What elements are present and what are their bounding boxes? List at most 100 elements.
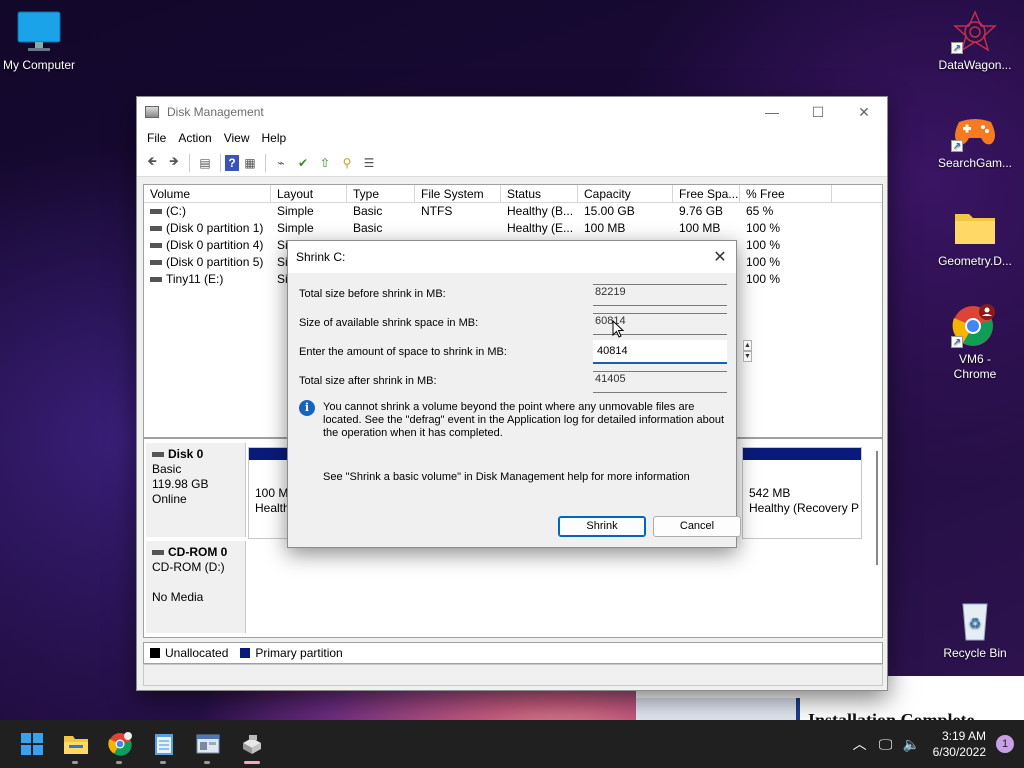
disk-pane-scrollbar[interactable] [876,451,878,565]
stepper-down-icon[interactable]: ▼ [743,351,752,362]
column-header[interactable]: Free Spa... [673,185,740,202]
field-label: Total size after shrink in MB: [299,375,437,387]
start-icon [21,733,43,755]
partition-block[interactable]: 542 MB Healthy (Recovery P [742,447,862,539]
menu-view[interactable]: View [218,131,256,145]
shortcut-arrow-icon: ↗ [951,140,963,152]
search-icon[interactable]: ⚲ [336,153,358,173]
volume-cell: 65 % [740,203,832,220]
volume-list-header: Volume Layout Type File System Status Ca… [144,185,882,203]
volume-row[interactable]: (C:) Simple Basic NTFS Healthy (B... 15.00 GB… [144,203,882,220]
volume-cell-text: Healthy (B... [507,204,574,218]
volume-cell-text: (Disk 0 partition 5) [166,255,264,269]
taskbar-control-panel[interactable] [186,722,230,766]
volume-cell-text: Simple [277,221,314,235]
volume-icon [150,209,162,215]
up-icon[interactable]: ⇧ [314,153,336,173]
column-header[interactable]: File System [415,185,501,202]
properties-icon[interactable]: ▦ [239,153,261,173]
volume-cell-text: 100 % [746,272,781,286]
window-titlebar[interactable]: Disk Management — ☐ ✕ [137,97,887,127]
desktop-icon-my-computer[interactable]: My Computer [0,10,81,73]
menu-action[interactable]: Action [172,131,217,145]
cancel-button[interactable]: Cancel [653,516,741,537]
column-header[interactable]: Layout [271,185,347,202]
column-header[interactable]: Status [501,185,578,202]
connect-icon[interactable]: ⌁ [270,153,292,173]
shrink-dialog[interactable]: Shrink C: ✕ Total size before shrink in … [287,240,752,548]
stepper-up-icon[interactable]: ▲ [743,340,752,351]
cdrom-0-label[interactable]: CD-ROM 0 CD-ROM (D:) No Media [146,541,246,633]
volume-cell-text: 100 % [746,238,781,252]
shortcut-arrow-icon: ↗ [951,42,963,54]
help-icon[interactable]: ? [225,154,239,171]
shrink-button[interactable]: Shrink [558,516,646,537]
show-hide-tree-icon[interactable]: ▤ [194,153,216,173]
volume-cell-text: NTFS [421,204,453,218]
shrink-amount-stepper[interactable]: ▲ ▼ [593,340,752,364]
volume-cell: Healthy (E... [501,220,578,237]
volume-cell-text: Basic [353,204,383,218]
menu-help[interactable]: Help [256,131,293,145]
network-icon[interactable]: 🖵 [873,736,899,753]
volume-cell: 100 % [740,237,832,254]
recycle-bin-icon: ♻ [951,598,999,642]
notification-badge[interactable]: 1 [996,735,1014,753]
desktop-icon-geometry[interactable]: Geometry.D... [933,206,1017,269]
forward-arrow-icon[interactable]: 🡺 [163,153,185,173]
list-icon[interactable]: ☰ [358,153,380,173]
shrink-amount-input[interactable] [593,340,743,362]
field-label: Enter the amount of space to shrink in M… [299,346,507,358]
window-title: Disk Management [167,105,264,119]
volume-row[interactable]: (Disk 0 partition 1) Simple Basic Healthy (… [144,220,882,237]
taskbar-notepad[interactable] [142,722,186,766]
taskbar-file-explorer[interactable] [54,722,98,766]
column-header[interactable]: Volume [144,185,271,202]
clock-time: 3:19 AM [941,729,986,743]
field-label: Size of available shrink space in MB: [299,317,479,329]
desktop-icon-label: DataWagon... [938,58,1012,72]
volume-icon[interactable]: 🔈 [899,736,925,753]
back-arrow-icon[interactable]: 🡸 [141,153,163,173]
disk-status: No Media [152,590,204,604]
disk-status: Online [152,492,187,506]
column-header[interactable]: % Free [740,185,832,202]
file-explorer-icon [64,736,88,754]
folder-icon [951,206,999,250]
desktop-icon-recycle-bin[interactable]: ♻ Recycle Bin [933,598,1017,661]
column-header[interactable]: Capacity [578,185,673,202]
check-icon[interactable]: ✔ [292,153,314,173]
desktop-icon-vm6-chrome[interactable]: ↗ VM6 - Chrome [933,304,1017,382]
desktop-icon-datawagon[interactable]: ↗ DataWagon... [933,10,1017,73]
dialog-titlebar[interactable]: Shrink C: ✕ [288,241,736,273]
taskbar-chrome[interactable] [98,722,142,766]
disk-name: Disk 0 [168,447,204,461]
installer-sidebar [636,698,796,720]
menu-bar: File Action View Help [137,127,887,149]
desktop-icon-searchgames[interactable]: ↗ SearchGam... [933,108,1017,171]
menu-file[interactable]: File [141,131,172,145]
volume-icon [150,277,162,283]
clock-date: 6/30/2022 [932,745,986,759]
minimize-button[interactable]: — [749,97,795,127]
volume-cell: (Disk 0 partition 4) [144,237,271,254]
start-button[interactable] [10,722,54,766]
legend-swatch-unallocated [150,648,160,658]
dialog-close-icon[interactable]: ✕ [704,247,736,267]
desktop-icon-label: My Computer [2,58,76,72]
control-panel-icon [196,734,220,754]
column-header[interactable]: Type [347,185,415,202]
available-shrink-row: Size of available shrink space in MB: 60… [299,313,727,335]
clock[interactable]: 3:19 AM 6/30/2022 [925,728,996,760]
maximize-button[interactable]: ☐ [795,97,841,127]
chrome-icon [108,732,132,756]
close-window-button[interactable]: ✕ [841,97,887,127]
volume-cell: 100 % [740,271,832,288]
taskbar-disk-management[interactable] [230,722,274,766]
volume-cell-text: Healthy (E... [507,221,574,235]
chevron-up-icon[interactable]: ︿ [847,734,873,754]
volume-cell: Basic [347,203,415,220]
taskbar: ︿ 🖵 🔈 3:19 AM 6/30/2022 1 [0,720,1024,768]
field-label: Total size before shrink in MB: [299,288,446,300]
disk-0-label[interactable]: Disk 0 Basic 119.98 GB Online [146,443,246,537]
